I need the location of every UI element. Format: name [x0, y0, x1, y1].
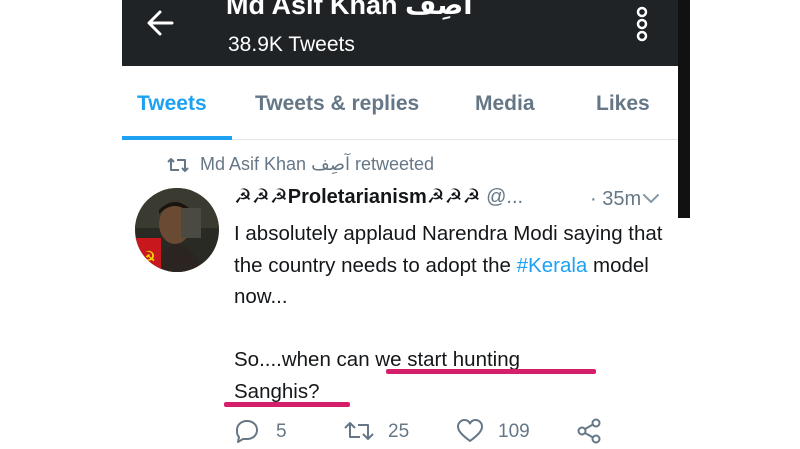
reply-count: 5 [276, 421, 287, 442]
tweet-author: ☭☭☭Proletarianism☭☭☭ @... [234, 184, 523, 214]
more-vertical-icon [636, 6, 648, 42]
chevron-down-icon [643, 194, 659, 203]
background-edge [678, 0, 690, 218]
back-button[interactable] [142, 2, 182, 42]
more-options-button[interactable] [634, 4, 650, 44]
author-name[interactable]: ☭☭☭Proletarianism☭☭☭ [234, 186, 481, 208]
retweet-context-text[interactable]: Md Asif Khan آصِف retweeted [200, 154, 434, 174]
tweet-text: I absolutely applaud Narendra Modi sayin… [234, 218, 664, 407]
tweet-count: 38.9K Tweets [228, 33, 355, 56]
arrow-left-icon [147, 10, 174, 36]
profile-title: Md Asif Khan آصِف [226, 0, 473, 20]
retweet-context: Md Asif Khan آصِف retweeted [167, 154, 434, 178]
tab-tweets[interactable]: Tweets [137, 92, 207, 116]
reply-icon [236, 420, 258, 443]
retweet-count: 25 [388, 421, 410, 442]
share-icon [577, 418, 601, 444]
hashtag-link[interactable]: #Kerala [517, 254, 588, 277]
twitter-profile-screen: Md Asif Khan آصِف 38.9K Tweets Tweets Tw… [122, 0, 678, 449]
tweet-text-part3: So....when can we start hunting Sanghis? [234, 348, 521, 403]
tab-likes[interactable]: Likes [596, 92, 650, 116]
retweet-icon [167, 158, 189, 172]
like-count: 109 [498, 421, 530, 442]
profile-tabs: Tweets Tweets & replies Media Likes [122, 66, 678, 140]
tweet-time[interactable]: · 35m [590, 188, 641, 211]
retweet-icon [344, 422, 374, 440]
highlight-underline-1 [386, 369, 596, 374]
svg-text:☭: ☭ [140, 248, 156, 269]
author-handle[interactable]: @... [486, 186, 523, 208]
active-tab-indicator [122, 136, 232, 140]
profile-header: Md Asif Khan آصِف 38.9K Tweets [122, 0, 678, 66]
tab-media[interactable]: Media [475, 92, 535, 116]
tab-tweets-and-replies[interactable]: Tweets & replies [255, 92, 419, 116]
tweet-menu-button[interactable] [641, 192, 661, 211]
highlight-underline-2 [224, 402, 350, 407]
heart-icon [457, 419, 483, 442]
tweet-actions: 5 25 109 [234, 416, 634, 446]
avatar[interactable]: ☭ [135, 188, 219, 272]
